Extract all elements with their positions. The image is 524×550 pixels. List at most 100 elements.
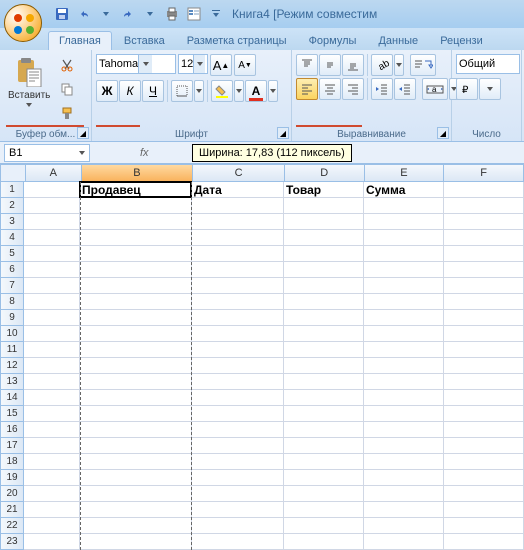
cell[interactable] [364, 454, 444, 470]
row-header[interactable]: 19 [0, 470, 24, 486]
cell[interactable] [192, 374, 284, 390]
fx-icon[interactable]: fx [134, 147, 155, 159]
row-header[interactable]: 23 [0, 534, 24, 550]
font-color-dropdown[interactable] [268, 80, 278, 102]
cell[interactable] [444, 534, 524, 550]
cell[interactable] [80, 502, 192, 518]
cell[interactable] [24, 294, 80, 310]
row-header[interactable]: 4 [0, 230, 24, 246]
cell[interactable] [80, 470, 192, 486]
increase-indent-button[interactable] [394, 78, 416, 100]
row-header[interactable]: 11 [0, 342, 24, 358]
grow-font-button[interactable]: A▲ [210, 54, 232, 76]
tab-данные[interactable]: Данные [368, 32, 428, 50]
cell[interactable] [24, 486, 80, 502]
row-header[interactable]: 20 [0, 486, 24, 502]
italic-button[interactable]: К [119, 80, 141, 102]
row-header[interactable]: 17 [0, 438, 24, 454]
cell[interactable] [80, 454, 192, 470]
merge-center-button[interactable]: a [422, 78, 448, 100]
font-color-button[interactable]: A [245, 80, 267, 102]
cell[interactable] [444, 390, 524, 406]
row-header[interactable]: 3 [0, 214, 24, 230]
cell[interactable] [80, 278, 192, 294]
cell[interactable] [444, 230, 524, 246]
cell[interactable] [24, 518, 80, 534]
name-box[interactable]: B1 [4, 144, 90, 162]
row-header[interactable]: 8 [0, 294, 24, 310]
cell[interactable] [444, 326, 524, 342]
cell[interactable] [192, 246, 284, 262]
qat-dropdown-icon[interactable] [140, 4, 160, 24]
tab-рецензи[interactable]: Рецензи [430, 32, 493, 50]
dialog-launcher-icon[interactable]: ◢ [77, 127, 89, 139]
qat-customize-icon[interactable] [206, 4, 226, 24]
borders-button[interactable] [171, 80, 193, 102]
fill-color-dropdown[interactable] [234, 80, 244, 102]
print-preview-icon[interactable] [162, 4, 182, 24]
dropdown-icon[interactable] [79, 151, 85, 155]
cell[interactable] [192, 518, 284, 534]
cell[interactable] [192, 342, 284, 358]
cell[interactable] [24, 502, 80, 518]
cell[interactable] [192, 278, 284, 294]
cell[interactable] [80, 486, 192, 502]
cell[interactable] [80, 342, 192, 358]
cell[interactable] [80, 246, 192, 262]
font-name-combo[interactable]: Tahoma [96, 54, 176, 74]
cell[interactable] [192, 198, 284, 214]
redo-icon[interactable] [118, 4, 138, 24]
cut-icon[interactable] [56, 54, 78, 76]
align-bottom-button[interactable] [342, 54, 364, 76]
cell[interactable] [444, 246, 524, 262]
cell[interactable] [80, 310, 192, 326]
dialog-launcher-icon[interactable]: ◢ [277, 127, 289, 139]
row-header[interactable]: 6 [0, 262, 24, 278]
cell[interactable] [24, 326, 80, 342]
cell[interactable] [80, 518, 192, 534]
cell[interactable] [24, 230, 80, 246]
cell[interactable] [80, 294, 192, 310]
dropdown-icon[interactable] [193, 55, 205, 73]
cell[interactable] [192, 534, 284, 550]
cell[interactable] [364, 518, 444, 534]
cell[interactable] [284, 246, 364, 262]
cell[interactable] [364, 294, 444, 310]
cell[interactable] [192, 470, 284, 486]
cell[interactable] [444, 422, 524, 438]
row-header[interactable]: 13 [0, 374, 24, 390]
cell[interactable] [24, 278, 80, 294]
cell[interactable] [192, 214, 284, 230]
cell[interactable] [444, 278, 524, 294]
wrap-text-button[interactable] [410, 54, 436, 76]
cell[interactable] [364, 486, 444, 502]
cell[interactable] [80, 358, 192, 374]
cell[interactable] [24, 182, 80, 198]
align-right-button[interactable] [342, 78, 364, 100]
cell[interactable] [444, 358, 524, 374]
cell[interactable] [444, 406, 524, 422]
cell[interactable] [364, 278, 444, 294]
cell[interactable] [80, 326, 192, 342]
dialog-launcher-icon[interactable]: ◢ [437, 127, 449, 139]
cell[interactable] [192, 326, 284, 342]
column-header[interactable]: F [444, 164, 524, 182]
cell[interactable] [284, 470, 364, 486]
paste-button[interactable]: Вставить [4, 54, 54, 109]
cell[interactable] [364, 374, 444, 390]
cell[interactable] [24, 198, 80, 214]
cell[interactable] [80, 422, 192, 438]
cell[interactable] [284, 502, 364, 518]
currency-button[interactable]: ₽ [456, 78, 478, 100]
cell[interactable] [284, 214, 364, 230]
tab-формулы[interactable]: Формулы [299, 32, 367, 50]
align-top-button[interactable] [296, 54, 318, 76]
cell[interactable] [444, 438, 524, 454]
cell[interactable] [24, 342, 80, 358]
cell[interactable] [192, 230, 284, 246]
row-header[interactable]: 16 [0, 422, 24, 438]
align-middle-button[interactable] [319, 54, 341, 76]
cell[interactable] [192, 358, 284, 374]
cell[interactable] [80, 262, 192, 278]
dropdown-icon[interactable] [26, 103, 32, 107]
